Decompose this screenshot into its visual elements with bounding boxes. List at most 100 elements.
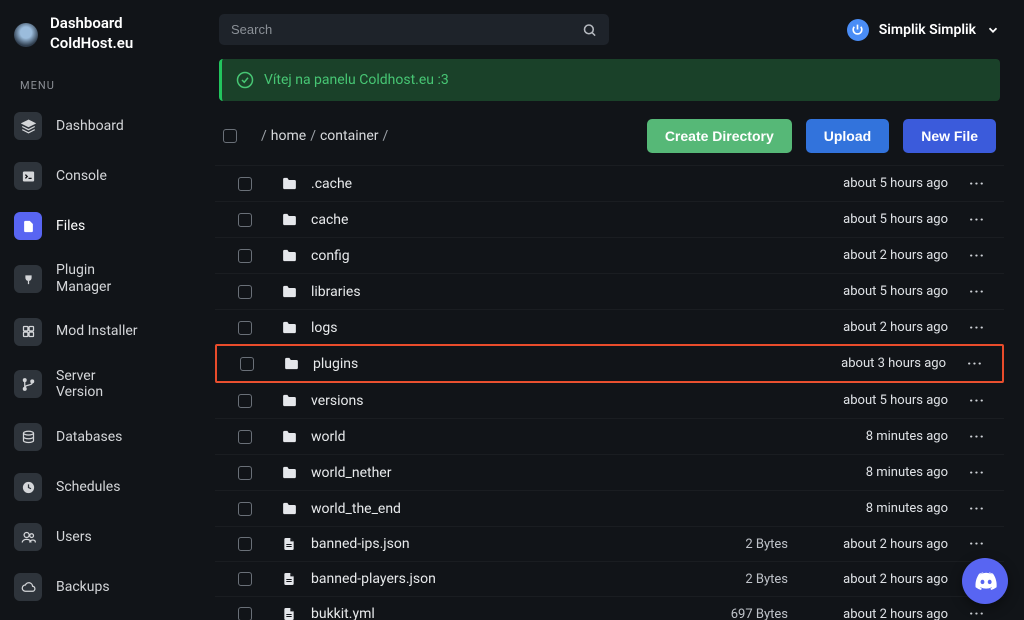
file-row[interactable]: world 8 minutes ago ···: [215, 418, 1004, 454]
branch-icon: [14, 370, 42, 398]
folder-icon: [267, 211, 311, 228]
folder-icon: [267, 428, 311, 445]
sidebar-item-users[interactable]: Users: [0, 513, 195, 561]
sidebar-item-label: Files: [56, 218, 85, 235]
row-menu-button[interactable]: ···: [958, 536, 996, 552]
sidebar-item-server-version[interactable]: ServerVersion: [0, 358, 195, 412]
file-row[interactable]: banned-players.json 2 Bytes about 2 hour…: [215, 561, 1004, 596]
row-checkbox[interactable]: [223, 177, 267, 191]
breadcrumb-separator: /: [310, 128, 316, 144]
sidebar-item-backups[interactable]: Backups: [0, 563, 195, 611]
file-time: about 2 hours ago: [788, 572, 958, 587]
row-menu-button[interactable]: ···: [958, 284, 996, 300]
row-checkbox[interactable]: [223, 466, 267, 480]
layers-icon: [14, 112, 42, 140]
select-all-checkbox[interactable]: [223, 129, 237, 143]
chevron-down-icon: [986, 23, 1000, 37]
file-row[interactable]: config about 2 hours ago ···: [215, 237, 1004, 273]
sidebar-item-mod-installer[interactable]: Mod Installer: [0, 308, 195, 356]
folder-icon: [267, 500, 311, 517]
topbar: Simplik Simplik: [195, 0, 1024, 55]
new-file-button[interactable]: New File: [903, 119, 996, 153]
row-menu-button[interactable]: ···: [958, 176, 996, 192]
file-row[interactable]: .cache about 5 hours ago ···: [215, 165, 1004, 201]
file-row[interactable]: libraries about 5 hours ago ···: [215, 273, 1004, 309]
row-menu-button[interactable]: ···: [958, 465, 996, 481]
breadcrumb-segment[interactable]: home: [271, 128, 306, 144]
file-row[interactable]: world_the_end 8 minutes ago ···: [215, 490, 1004, 526]
row-menu-button[interactable]: ···: [958, 501, 996, 517]
upload-button[interactable]: Upload: [806, 119, 889, 153]
main-content: Simplik Simplik Vítej na panelu Coldhost…: [195, 0, 1024, 620]
user-menu[interactable]: Simplik Simplik: [847, 19, 1000, 41]
file-row[interactable]: cache about 5 hours ago ···: [215, 201, 1004, 237]
row-menu-button[interactable]: ···: [958, 248, 996, 264]
welcome-banner: Vítej na panelu Coldhost.eu :3: [219, 59, 1000, 101]
file-icon: [267, 571, 311, 587]
folder-icon: [267, 319, 311, 336]
folder-icon: [267, 464, 311, 481]
file-icon: [267, 536, 311, 552]
sidebar-item-databases[interactable]: Databases: [0, 413, 195, 461]
folder-icon: [267, 283, 311, 300]
row-checkbox[interactable]: [223, 285, 267, 299]
row-checkbox[interactable]: [223, 607, 267, 620]
row-checkbox[interactable]: [225, 357, 269, 371]
folder-icon: [267, 247, 311, 264]
sidebar-item-files[interactable]: Files: [0, 202, 195, 250]
row-menu-button[interactable]: ···: [958, 606, 996, 620]
sidebar-item-label: Console: [56, 168, 107, 185]
terminal-icon: [14, 162, 42, 190]
file-row[interactable]: plugins about 3 hours ago ···: [215, 344, 1004, 383]
file-row[interactable]: versions about 5 hours ago ···: [215, 382, 1004, 418]
create-directory-button[interactable]: Create Directory: [647, 119, 792, 153]
file-name: versions: [311, 393, 628, 409]
file-name: logs: [311, 320, 628, 336]
file-name: world_nether: [311, 465, 628, 481]
row-menu-button[interactable]: ···: [958, 429, 996, 445]
row-menu-button[interactable]: ···: [958, 393, 996, 409]
discord-fab[interactable]: [962, 558, 1008, 604]
file-toolbar: / home / container / Create Directory Up…: [195, 115, 1024, 165]
file-time: 8 minutes ago: [788, 465, 958, 480]
file-row[interactable]: logs about 2 hours ago ···: [215, 309, 1004, 345]
row-checkbox[interactable]: [223, 321, 267, 335]
row-menu-button[interactable]: ···: [958, 212, 996, 228]
row-checkbox[interactable]: [223, 572, 267, 586]
search-input[interactable]: [219, 14, 609, 45]
file-time: about 5 hours ago: [788, 212, 958, 227]
file-icon: [267, 606, 311, 620]
breadcrumb-segment[interactable]: container: [320, 128, 379, 144]
file-row[interactable]: bukkit.yml 697 Bytes about 2 hours ago ·…: [215, 596, 1004, 620]
row-checkbox[interactable]: [223, 502, 267, 516]
file-name: plugins: [313, 356, 626, 372]
row-menu-button[interactable]: ···: [958, 320, 996, 336]
row-checkbox[interactable]: [223, 537, 267, 551]
sidebar-item-schedules[interactable]: Schedules: [0, 463, 195, 511]
row-menu-button[interactable]: ···: [956, 356, 994, 372]
sidebar-item-label: PluginManager: [56, 262, 111, 296]
brand[interactable]: Dashboard ColdHost.eu: [0, 12, 195, 69]
breadcrumb[interactable]: / home / container /: [261, 128, 388, 144]
sidebar-item-label: Mod Installer: [56, 323, 138, 340]
file-time: about 2 hours ago: [788, 320, 958, 335]
file-row[interactable]: world_nether 8 minutes ago ···: [215, 454, 1004, 490]
sidebar-item-plugin-manager[interactable]: PluginManager: [0, 252, 195, 306]
file-time: about 3 hours ago: [786, 356, 956, 371]
sidebar-item-console[interactable]: Console: [0, 152, 195, 200]
sidebar-item-dashboard[interactable]: Dashboard: [0, 102, 195, 150]
folder-icon: [267, 392, 311, 409]
file-row[interactable]: banned-ips.json 2 Bytes about 2 hours ag…: [215, 526, 1004, 561]
row-checkbox[interactable]: [223, 249, 267, 263]
row-checkbox[interactable]: [223, 394, 267, 408]
brand-logo-icon: [14, 23, 38, 47]
file-time: about 2 hours ago: [788, 248, 958, 263]
row-checkbox[interactable]: [223, 213, 267, 227]
file-time: 8 minutes ago: [788, 429, 958, 444]
search-wrap: [219, 14, 609, 45]
banner-text: Vítej na panelu Coldhost.eu :3: [264, 72, 449, 88]
file-name: config: [311, 248, 628, 264]
brand-title-line2: ColdHost.eu: [50, 34, 133, 54]
row-checkbox[interactable]: [223, 430, 267, 444]
file-list: .cache about 5 hours ago ··· cache about…: [195, 165, 1024, 620]
